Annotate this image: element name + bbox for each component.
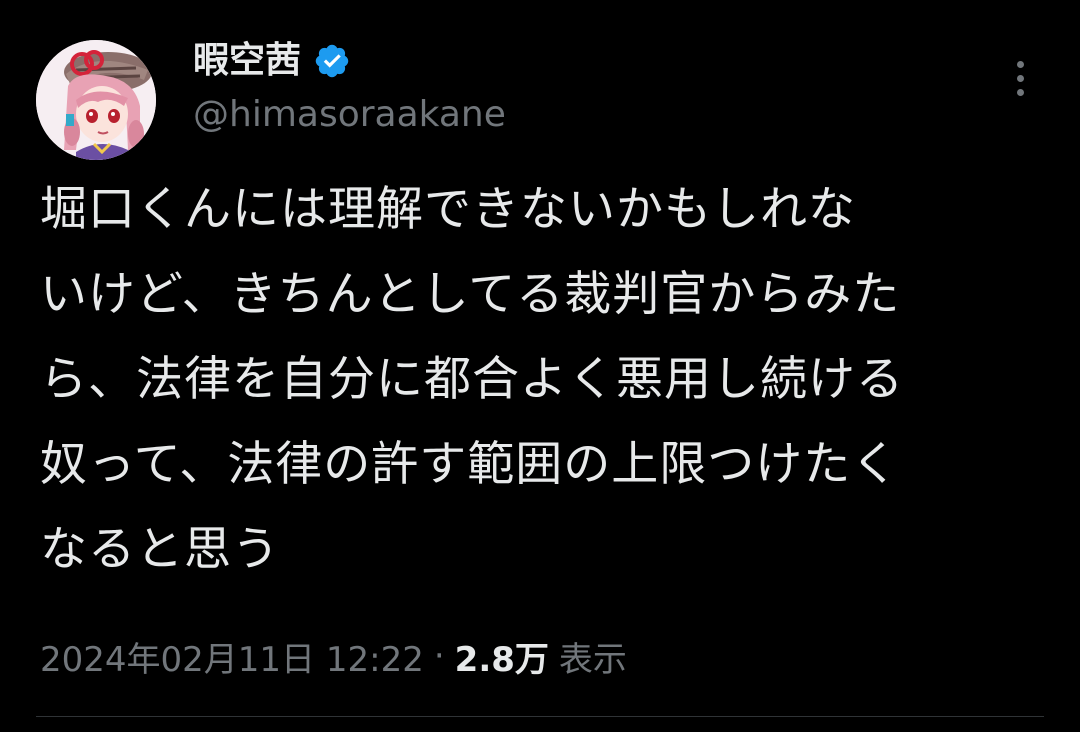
tweet-text-line: いけど、きちんとしてる裁判官からみた [40, 267, 901, 322]
avatar-image [36, 40, 156, 160]
tweet-timestamp[interactable]: 2024年02月11日 12:22 [40, 632, 424, 681]
author-name-row[interactable]: 暇空茜 [193, 36, 351, 86]
verified-badge-icon[interactable] [313, 42, 351, 80]
tweet-text-line: なると思う [40, 522, 280, 577]
display-name[interactable]: 暇空茜 [193, 39, 301, 83]
tweet-text: 堀口くんには理解できないかもしれな いけど、きちんとしてる裁判官からみた ら、法… [40, 180, 1040, 605]
avatar[interactable] [36, 40, 156, 160]
views-label: 表示 [558, 639, 627, 680]
more-dot [1016, 74, 1024, 82]
divider [36, 716, 1044, 717]
meta-separator: · [433, 636, 445, 676]
tweet-text-line: ら、法律を自分に都合よく悪用し続ける [40, 352, 904, 407]
tweet-text-line: 奴って、法律の許す範囲の上限つけたく [40, 437, 900, 492]
tweet-meta: 2024年02月11日 12:22 · 2.8万 表示 [40, 630, 627, 682]
views-count[interactable]: 2.8万 [455, 632, 549, 681]
more-dot [1016, 60, 1024, 68]
more-options-icon[interactable] [1000, 52, 1040, 104]
author-handle[interactable]: @himasoraakane [193, 92, 506, 138]
tweet: 暇空茜 @himasoraakane 堀口くんには理解できないかもしれな いけど… [0, 0, 1080, 732]
tweet-text-line: 堀口くんには理解できないかもしれな [40, 182, 856, 237]
more-dot [1016, 88, 1024, 96]
